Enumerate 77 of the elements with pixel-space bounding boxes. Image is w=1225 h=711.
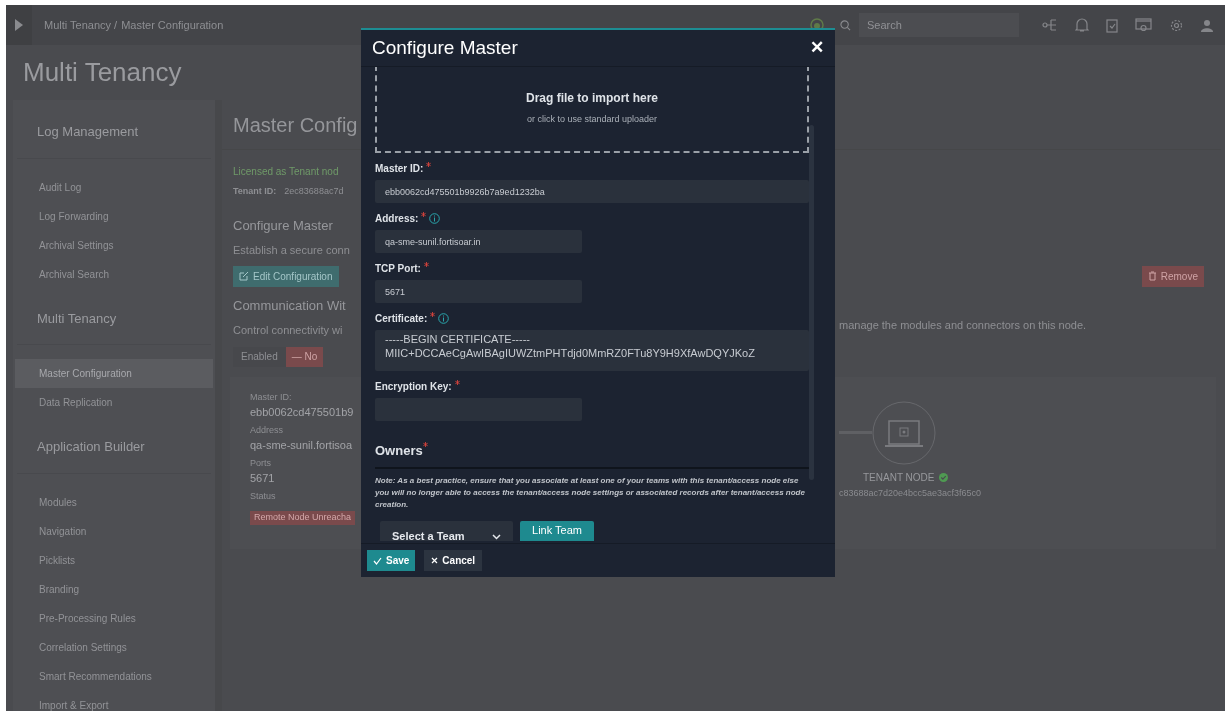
link-team-button[interactable]: Link Team bbox=[520, 520, 594, 541]
page-title: Multi Tenancy bbox=[23, 56, 182, 89]
sidebar-item[interactable]: Archival Settings bbox=[15, 230, 213, 260]
sidebar-heading: Application Builder bbox=[17, 437, 211, 474]
status-badge: Remote Node Unreacha bbox=[250, 511, 356, 525]
trash-icon bbox=[1147, 271, 1157, 281]
license-text: Licensed as Tenant nod bbox=[233, 166, 339, 177]
description: Establish a secure conn bbox=[233, 243, 350, 256]
settings-icon[interactable] bbox=[1169, 17, 1184, 33]
check-icon bbox=[373, 556, 382, 565]
field-label: Status bbox=[250, 489, 276, 503]
description: manage the modules and connectors on this node. bbox=[839, 317, 1087, 333]
description: Control connectivity wi bbox=[233, 323, 343, 336]
sidebar-item[interactable]: Archival Search bbox=[15, 259, 213, 289]
sidebar-item[interactable]: Log Forwarding bbox=[15, 201, 213, 231]
sidebar-item[interactable]: Data Replication bbox=[15, 388, 213, 417]
play-icon bbox=[15, 19, 23, 31]
input-field[interactable]: qa-sme-sunil.fortisoar.in bbox=[375, 230, 582, 253]
tenant-id: 2ec83688ac7d bbox=[284, 185, 344, 198]
scrollbar[interactable] bbox=[809, 125, 814, 480]
close-button[interactable]: ✕ bbox=[810, 35, 824, 61]
tenant-id-label: Tenant ID: bbox=[233, 185, 277, 198]
section-title: Owners bbox=[375, 442, 423, 460]
chevron-icon bbox=[492, 533, 501, 540]
remove-button[interactable]: Remove bbox=[1141, 265, 1204, 287]
hierarchy-icon[interactable] bbox=[1042, 18, 1058, 32]
sidebar-item[interactable]: Modules bbox=[15, 487, 213, 517]
sidebar-item[interactable]: Correlation Settings bbox=[15, 632, 213, 662]
section-title: Master Config bbox=[233, 112, 358, 138]
sidebar-toggle[interactable] bbox=[6, 5, 32, 45]
node-title: TENANT NODE bbox=[863, 470, 935, 485]
note-text: Note: As a best practice, ensure that you associate at least one of your teams with this tenant/access node else you will no longer able to access the tenant/access node settings or associated records after tenant/access node creation. bbox=[375, 474, 806, 511]
sidebar-item[interactable]: Picklists bbox=[15, 545, 213, 575]
field-value: qa-sme-sunil.fortisoa bbox=[250, 438, 353, 453]
close-icon bbox=[431, 557, 439, 564]
team-dropdown[interactable]: Select a Team bbox=[380, 520, 513, 541]
field-value: ebb0062cd475501b9 bbox=[250, 405, 354, 420]
user-icon[interactable] bbox=[1201, 18, 1213, 32]
drop-zone[interactable]: Drag file to import here or click to use standard uploader bbox=[375, 67, 809, 153]
heading: Configure Master bbox=[233, 217, 333, 233]
monitor-gear-icon[interactable] bbox=[1135, 17, 1152, 33]
field-label: Certificate: bbox=[375, 312, 428, 326]
sidebar-heading: Multi Tenancy bbox=[17, 308, 211, 345]
bell-icon[interactable] bbox=[1075, 17, 1089, 33]
sidebar-item[interactable]: Audit Log bbox=[15, 172, 213, 202]
sidebar-item[interactable]: Branding bbox=[15, 574, 213, 604]
sidebar-heading: Log Management bbox=[17, 122, 211, 159]
textarea-field[interactable]: -----BEGIN CERTIFICATE----- MIIC+DCCAeCgAwIBAgIUWZtmPHTdjd0MmRZ0FTu8Y9H9XfAwDQYJKoZ bbox=[375, 330, 809, 371]
save-button[interactable]: Save bbox=[367, 550, 416, 571]
field-label: Ports bbox=[250, 456, 271, 470]
sidebar-item[interactable]: Import & Export bbox=[15, 690, 213, 711]
field-label: Address: bbox=[375, 212, 419, 226]
cancel-button[interactable]: Cancel bbox=[424, 550, 483, 571]
field-value: 5671 bbox=[250, 471, 275, 486]
field-label: Master ID: bbox=[250, 390, 292, 404]
edit-configuration-button[interactable]: Edit Configuration bbox=[233, 265, 339, 287]
input-field[interactable]: 5671 bbox=[375, 280, 582, 303]
edit-icon bbox=[239, 271, 249, 281]
input-field[interactable]: ebb0062cd475501b9926b7a9ed1232ba bbox=[375, 180, 809, 203]
dropzone-title: Drag file to import here bbox=[526, 90, 658, 108]
field-label: Master ID: bbox=[375, 162, 424, 176]
sidebar-item[interactable]: Navigation bbox=[15, 516, 213, 546]
sidebar-item[interactable]: Master Configuration bbox=[15, 359, 213, 388]
sidebar-item[interactable]: Pre-Processing Rules bbox=[15, 603, 213, 633]
heading: Communication Wit bbox=[233, 297, 346, 313]
field-label: TCP Port: bbox=[375, 262, 421, 276]
sidebar-item[interactable]: Smart Recommendations bbox=[15, 661, 213, 691]
breadcrumb-link[interactable]: Multi Tenancy / bbox=[44, 16, 118, 34]
field-label: Address bbox=[250, 423, 284, 437]
dropzone-subtitle: or click to use standard uploader bbox=[526, 113, 658, 127]
toggle-switch[interactable]: — No bbox=[285, 346, 324, 367]
clipboard-icon[interactable] bbox=[1106, 17, 1118, 33]
dialog-title: Configure Master bbox=[372, 35, 518, 60]
search-icon bbox=[840, 19, 851, 31]
search-field[interactable]: Search bbox=[859, 13, 1019, 37]
field-label: Encryption Key: bbox=[375, 380, 452, 394]
breadcrumb-link[interactable]: Master Configuration bbox=[121, 16, 224, 34]
